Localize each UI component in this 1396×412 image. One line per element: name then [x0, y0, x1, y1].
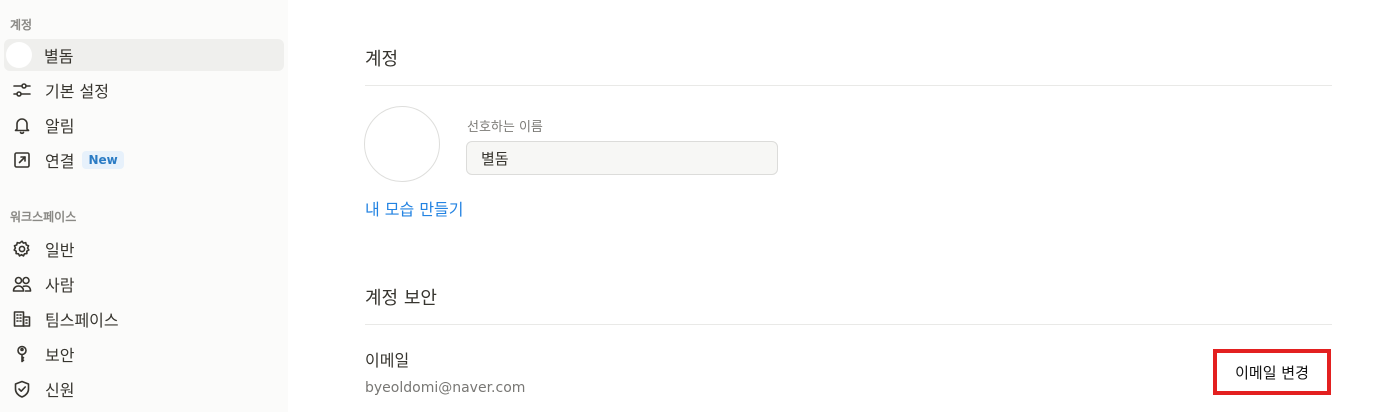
create-avatar-link[interactable]: 내 모습 만들기 [365, 196, 464, 220]
section-divider [365, 324, 1332, 325]
sidebar-item-connections[interactable]: 연결 New [4, 144, 284, 176]
sidebar-item-label: 팀스페이스 [45, 311, 119, 330]
email-value: byeoldomi@naver.com [365, 380, 526, 396]
shield-check-icon [10, 377, 34, 401]
sidebar-item-people[interactable]: 사람 [4, 268, 284, 300]
external-link-icon [10, 148, 34, 172]
sidebar-item-label: 기본 설정 [45, 82, 109, 101]
sidebar-item-general[interactable]: 일반 [4, 233, 284, 265]
sidebar-item-label: 일반 [45, 241, 75, 260]
sidebar-item-label: 사람 [45, 276, 75, 295]
sliders-icon [10, 78, 34, 102]
settings-sidebar: 계정 별돔 기본 설정 알림 연결 New 워크스페이스 일반 사람 팀스페이스… [0, 0, 288, 412]
sidebar-item-preferences[interactable]: 기본 설정 [4, 74, 284, 106]
sidebar-item-notifications[interactable]: 알림 [4, 109, 284, 141]
sidebar-item-identity[interactable]: 신원 [4, 373, 284, 405]
key-icon [10, 342, 34, 366]
bell-icon [10, 113, 34, 137]
new-badge: New [82, 151, 124, 169]
profile-avatar[interactable] [364, 106, 440, 182]
preferred-name-input[interactable] [466, 141, 778, 175]
change-email-button[interactable]: 이메일 변경 [1213, 349, 1331, 395]
avatar [6, 42, 32, 68]
building-icon [10, 307, 34, 331]
settings-content: 계정 선호하는 이름 내 모습 만들기 계정 보안 이메일 byeoldomi@… [288, 0, 1396, 412]
sidebar-item-teamspaces[interactable]: 팀스페이스 [4, 303, 284, 335]
preferred-name-label: 선호하는 이름 [467, 120, 543, 135]
account-section-title: 계정 [365, 49, 399, 70]
people-icon [10, 272, 34, 296]
account-section-label: 계정 [10, 18, 33, 32]
sidebar-item-security[interactable]: 보안 [4, 338, 284, 370]
sidebar-item-label: 신원 [45, 381, 75, 400]
section-divider [365, 85, 1332, 86]
sidebar-item-profile[interactable]: 별돔 [4, 39, 284, 71]
sidebar-item-label: 보안 [45, 346, 75, 365]
sidebar-item-label: 별돔 [44, 47, 74, 66]
sidebar-item-label: 연결 [45, 152, 75, 171]
email-label: 이메일 [365, 351, 410, 370]
gear-icon [10, 237, 34, 261]
sidebar-item-label: 알림 [45, 117, 75, 136]
workspace-section-label: 워크스페이스 [10, 210, 77, 224]
security-section-title: 계정 보안 [365, 288, 437, 309]
